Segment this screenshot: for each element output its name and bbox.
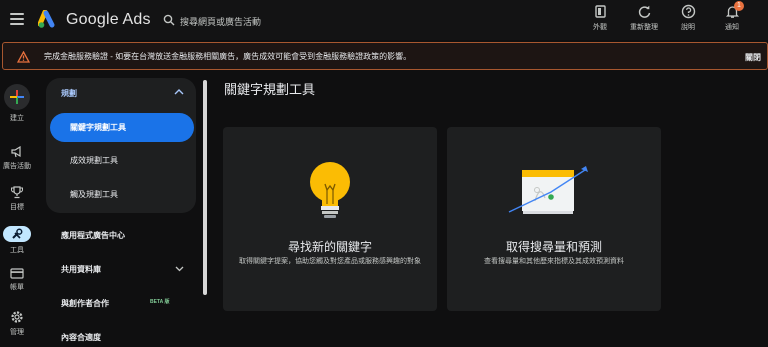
rail-admin[interactable]: 管理 [0, 310, 34, 337]
rail-tools[interactable]: 工具 [0, 226, 34, 255]
create-button[interactable] [4, 84, 30, 110]
rail-campaigns-label: 廣告活動 [3, 163, 31, 170]
megaphone-icon [11, 146, 21, 158]
notifications-button[interactable]: 1 通知 [718, 1, 746, 32]
nav-scrollbar[interactable] [203, 80, 207, 295]
warning-icon [17, 51, 30, 63]
forecast-chart-illustration [508, 166, 588, 214]
find-keywords-card[interactable]: 尋找新的關鍵字 取得關鍵字提案，協助您觸及對您產品或服務感興趣的對象 [223, 127, 437, 311]
nav-creator-partnerships[interactable]: 與創作者合作 [61, 298, 109, 309]
find-keywords-desc: 取得關鍵字提案，協助您觸及對您產品或服務感興趣的對象 [239, 258, 421, 265]
brand-name[interactable]: Google Ads [66, 11, 151, 29]
nav-shared-library[interactable]: 共用資料庫 [61, 264, 101, 275]
rail-goals-label: 目標 [10, 204, 24, 211]
rail-tools-label: 工具 [10, 247, 24, 254]
nav-content-suitability[interactable]: 內容合適度 [61, 332, 101, 343]
chevron-down-icon[interactable] [175, 266, 184, 272]
rail-goals[interactable]: 目標 [0, 186, 34, 212]
help-button[interactable]: 說明 [674, 4, 702, 32]
nav-reach-planner[interactable]: 觸及規劃工具 [50, 180, 194, 209]
help-label: 說明 [681, 24, 695, 31]
billing-icon [10, 268, 24, 279]
rail-create-label: 建立 [10, 115, 24, 122]
appearance-label: 外觀 [593, 24, 607, 31]
page-title: 關鍵字規劃工具 [224, 82, 316, 97]
search-icon[interactable] [163, 14, 175, 26]
nav-app-ads-hub[interactable]: 應用程式廣告中心 [61, 230, 125, 241]
planning-section: 規劃 關鍵字規劃工具 成效規劃工具 觸及規劃工具 [46, 78, 196, 213]
banner-message: 完成金融服務驗證 - 如要在台灣放送金融服務相關廣告，廣告成效可能會受到金融服務… [44, 52, 412, 61]
trophy-icon [11, 186, 23, 199]
nav-performance-planner[interactable]: 成效規劃工具 [50, 146, 194, 175]
planning-heading[interactable]: 規劃 [61, 88, 77, 99]
nav-keyword-planner[interactable]: 關鍵字規劃工具 [50, 113, 194, 142]
rail-campaigns[interactable]: 廣告活動 [0, 146, 34, 171]
appearance-button[interactable]: 外觀 [586, 4, 614, 32]
google-ads-logo[interactable] [38, 10, 60, 30]
notifications-label: 通知 [725, 24, 739, 31]
rail-create[interactable]: 建立 [0, 84, 34, 123]
beta-badge: BETA 版 [150, 299, 170, 305]
chevron-up-icon[interactable] [174, 88, 184, 96]
menu-icon[interactable] [10, 13, 24, 25]
warning-banner: 完成金融服務驗證 - 如要在台灣放送金融服務相關廣告，廣告成效可能會受到金融服務… [2, 42, 768, 70]
appearance-icon [594, 5, 606, 18]
find-keywords-title: 尋找新的關鍵字 [287, 240, 372, 254]
top-bar: Google Ads 搜尋網頁或廣告活動 外觀 重新整理 說明 1 通知 [0, 0, 768, 40]
rail-admin-label: 管理 [10, 329, 24, 336]
rail-billing[interactable]: 帳單 [0, 268, 34, 292]
banner-close-button[interactable]: 關閉 [745, 52, 761, 63]
refresh-icon [638, 5, 650, 18]
help-icon [681, 4, 695, 19]
refresh-button[interactable]: 重新整理 [630, 4, 658, 32]
tools-icon [12, 228, 23, 239]
search-volume-card[interactable]: 取得搜尋量和預測 查看搜尋量和其他歷來指標及其成效預測資料 [447, 127, 661, 311]
notification-badge: 1 [734, 1, 744, 11]
search-volume-desc: 查看搜尋量和其他歷來指標及其成效預測資料 [484, 258, 624, 265]
tools-active-pill[interactable] [3, 226, 31, 242]
lightbulb-illustration [310, 162, 350, 218]
plus-icon [10, 90, 24, 104]
refresh-label: 重新整理 [630, 24, 658, 31]
rail-billing-label: 帳單 [10, 284, 24, 291]
settings-icon [11, 311, 23, 323]
search-input[interactable]: 搜尋網頁或廣告活動 [180, 15, 261, 28]
search-volume-title: 取得搜尋量和預測 [505, 240, 602, 254]
